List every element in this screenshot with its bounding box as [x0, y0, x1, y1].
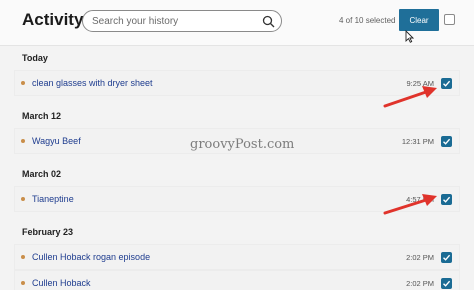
search-box[interactable]: [82, 10, 282, 32]
history-dot: [21, 281, 25, 285]
checkmark-icon: [443, 280, 451, 287]
history-dot: [21, 139, 25, 143]
history-item-title[interactable]: clean glasses with dryer sheet: [32, 78, 153, 88]
history-item-title[interactable]: Wagyu Beef: [32, 136, 81, 146]
activity-header: Activity 4 of 10 selected Clear: [0, 0, 474, 46]
select-all-checkbox[interactable]: [444, 14, 455, 25]
history-dot: [21, 81, 25, 85]
section-heading-february-23: February 23: [22, 227, 74, 237]
history-item-title[interactable]: Cullen Hoback rogan episode: [32, 252, 150, 262]
history-item-time: 2:02 PM: [406, 253, 434, 262]
arrow-annotation: [383, 86, 437, 108]
history-item-checkbox[interactable]: [441, 78, 452, 89]
selected-count: 4 of 10 selected: [339, 16, 396, 25]
watermark: groovyPost.com: [190, 137, 295, 152]
search-icon[interactable]: [262, 15, 275, 28]
history-item-checkbox[interactable]: [441, 194, 452, 205]
checkmark-icon: [443, 80, 451, 87]
history-item-title[interactable]: Tianeptine: [32, 194, 74, 204]
cursor-icon: [405, 30, 414, 43]
section-heading-march-12: March 12: [22, 111, 62, 121]
checkmark-icon: [443, 138, 451, 145]
history-item-checkbox[interactable]: [441, 136, 452, 147]
section-heading-today: Today: [22, 53, 48, 63]
history-item-time: 2:02 PM: [406, 279, 434, 288]
history-dot: [21, 255, 25, 259]
history-item-time: 12:31 PM: [401, 137, 434, 146]
history-item-title[interactable]: Cullen Hoback: [32, 278, 91, 288]
history-item-checkbox[interactable]: [441, 278, 452, 289]
arrow-annotation: [383, 194, 437, 215]
history-dot: [21, 197, 25, 201]
clear-button[interactable]: Clear: [399, 9, 439, 31]
history-item[interactable]: Cullen Hoback rogan episode 2:02 PM: [14, 244, 460, 270]
checkmark-icon: [443, 196, 451, 203]
section-heading-march-02: March 02: [22, 169, 62, 179]
history-item-checkbox[interactable]: [441, 252, 452, 263]
checkmark-icon: [443, 254, 451, 261]
search-input[interactable]: [92, 14, 257, 29]
history-item[interactable]: Cullen Hoback 2:02 PM: [14, 270, 460, 290]
page-title: Activity: [22, 10, 84, 29]
